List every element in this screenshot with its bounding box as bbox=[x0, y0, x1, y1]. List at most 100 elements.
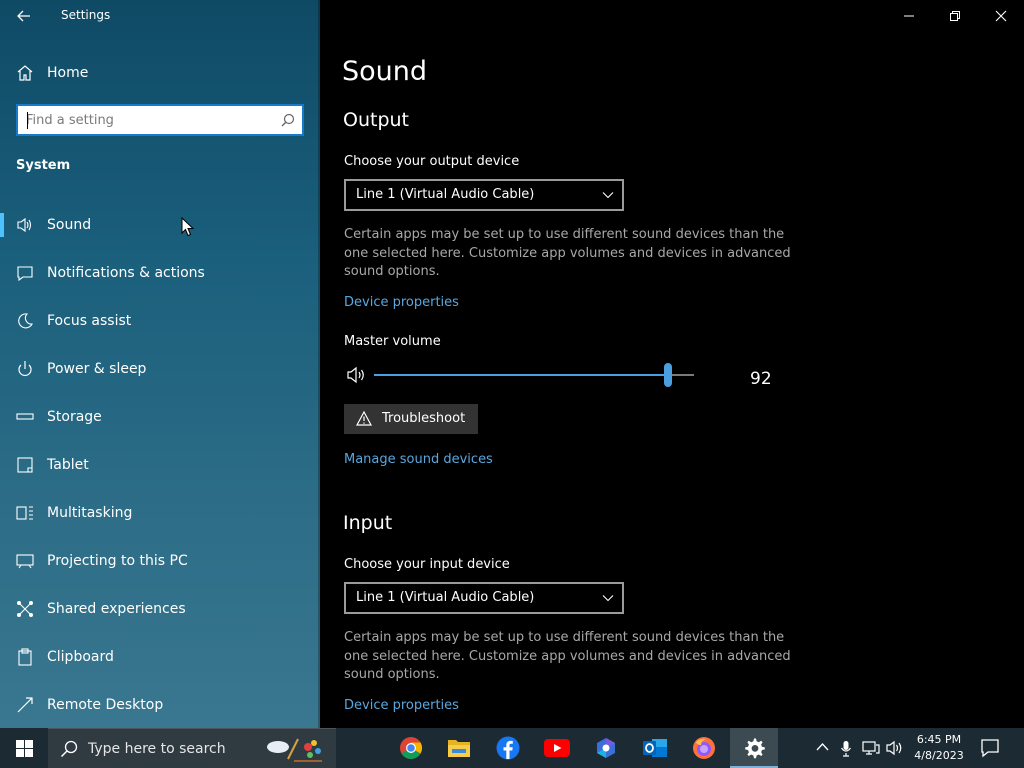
home-nav-item[interactable]: Home bbox=[0, 56, 320, 90]
remote-desktop-icon bbox=[16, 696, 34, 714]
volume-speaker-icon[interactable] bbox=[346, 365, 368, 389]
text-caret bbox=[27, 112, 28, 129]
output-device-value: Line 1 (Virtual Audio Cable) bbox=[356, 187, 535, 202]
windows-logo-icon bbox=[15, 739, 33, 757]
multitasking-icon bbox=[16, 504, 34, 522]
taskbar-app-facebook[interactable] bbox=[484, 728, 532, 768]
tablet-icon bbox=[16, 456, 34, 474]
system-nav-list: Sound Notifications & actions Focus assi… bbox=[0, 200, 320, 728]
taskbar: Type here to search 6:45 PM 4/8/2023 bbox=[0, 728, 1024, 768]
sidebar-item-label: Projecting to this PC bbox=[47, 553, 188, 569]
moon-icon bbox=[16, 312, 34, 330]
output-device-dropdown[interactable]: Line 1 (Virtual Audio Cable) bbox=[344, 179, 624, 211]
microphone-icon[interactable] bbox=[840, 740, 852, 757]
sidebar-item-tablet[interactable]: Tablet bbox=[0, 440, 320, 488]
sidebar-item-label: Focus assist bbox=[47, 313, 132, 329]
sidebar-item-clipboard[interactable]: Clipboard bbox=[0, 632, 320, 680]
show-hidden-icons-chevron-up-icon[interactable] bbox=[816, 742, 829, 752]
taskbar-app-youtube[interactable] bbox=[533, 728, 581, 768]
taskbar-search-box[interactable]: Type here to search bbox=[48, 728, 336, 768]
sidebar-item-label: Sound bbox=[47, 217, 92, 233]
sidebar-item-multitasking[interactable]: Multitasking bbox=[0, 488, 320, 536]
youtube-icon bbox=[544, 739, 570, 757]
master-volume-value: 92 bbox=[750, 369, 772, 389]
close-button[interactable] bbox=[978, 0, 1024, 32]
notification-icon bbox=[16, 264, 34, 282]
sidebar-item-label: Notifications & actions bbox=[47, 265, 205, 281]
manage-sound-devices-link[interactable]: Manage sound devices bbox=[344, 452, 493, 467]
back-arrow-icon bbox=[17, 10, 30, 22]
projecting-icon bbox=[16, 552, 34, 570]
sidebar-item-label: Power & sleep bbox=[47, 361, 147, 377]
start-button[interactable] bbox=[0, 728, 48, 768]
troubleshoot-button[interactable]: Troubleshoot bbox=[344, 404, 478, 434]
back-button[interactable] bbox=[10, 5, 38, 27]
clock-date: 4/8/2023 bbox=[914, 749, 964, 762]
home-icon bbox=[16, 64, 34, 86]
search-icon[interactable] bbox=[281, 112, 295, 131]
minimize-button[interactable] bbox=[886, 0, 932, 32]
copilot-icon bbox=[597, 738, 615, 758]
input-help-text: Certain apps may be set up to use differ… bbox=[344, 630, 791, 682]
taskbar-search-placeholder: Type here to search bbox=[88, 741, 226, 757]
find-setting-search[interactable] bbox=[16, 104, 304, 136]
sidebar: Settings Home System Sound Notifications… bbox=[0, 0, 320, 728]
page-title: Sound bbox=[342, 56, 428, 87]
power-icon bbox=[16, 360, 34, 378]
output-help-text: Certain apps may be set up to use differ… bbox=[344, 227, 791, 279]
restore-icon bbox=[950, 11, 960, 21]
slider-thumb[interactable] bbox=[664, 363, 673, 387]
clock-time: 6:45 PM bbox=[916, 733, 962, 746]
restore-button[interactable] bbox=[932, 0, 978, 32]
window-controls bbox=[886, 0, 1024, 32]
chevron-down-icon bbox=[602, 595, 614, 602]
sidebar-item-label: Tablet bbox=[47, 457, 89, 473]
active-indicator bbox=[0, 213, 4, 237]
clipboard-icon bbox=[16, 648, 34, 666]
taskbar-app-firefox[interactable] bbox=[680, 728, 728, 768]
input-device-dropdown[interactable]: Line 1 (Virtual Audio Cable) bbox=[344, 582, 624, 614]
outlook-icon bbox=[643, 739, 667, 757]
output-device-label: Choose your output device bbox=[344, 154, 520, 169]
system-clock[interactable]: 6:45 PM 4/8/2023 bbox=[912, 732, 966, 764]
minimize-icon bbox=[904, 15, 914, 17]
taskbar-app-copilot[interactable] bbox=[582, 728, 630, 768]
shared-icon bbox=[16, 600, 34, 618]
sidebar-item-sound[interactable]: Sound bbox=[0, 200, 320, 248]
group-title-system: System bbox=[16, 158, 71, 173]
sidebar-item-projecting[interactable]: Projecting to this PC bbox=[0, 536, 320, 584]
input-device-properties-link[interactable]: Device properties bbox=[344, 698, 459, 713]
facebook-icon bbox=[496, 736, 520, 760]
speaker-icon bbox=[16, 216, 34, 234]
sidebar-item-focus-assist[interactable]: Focus assist bbox=[0, 296, 320, 344]
taskbar-app-chrome[interactable] bbox=[387, 728, 435, 768]
taskbar-app-outlook[interactable] bbox=[631, 728, 679, 768]
action-center-notification-icon[interactable] bbox=[980, 738, 1000, 758]
find-setting-input[interactable] bbox=[26, 110, 276, 130]
search-icon bbox=[60, 740, 78, 758]
output-device-properties-link[interactable]: Device properties bbox=[344, 295, 459, 310]
mouse-cursor-icon bbox=[181, 217, 194, 237]
home-label: Home bbox=[47, 65, 89, 81]
search-highlight-art-icon bbox=[267, 738, 322, 762]
main-content: Sound Output Choose your output device L… bbox=[320, 0, 1024, 728]
sidebar-item-label: Clipboard bbox=[47, 649, 114, 665]
sidebar-item-power-sleep[interactable]: Power & sleep bbox=[0, 344, 320, 392]
sidebar-item-remote-desktop[interactable]: Remote Desktop bbox=[0, 680, 320, 728]
sidebar-item-shared-experiences[interactable]: Shared experiences bbox=[0, 584, 320, 632]
input-device-value: Line 1 (Virtual Audio Cable) bbox=[356, 590, 535, 605]
taskbar-app-file-explorer[interactable] bbox=[435, 728, 483, 768]
network-icon[interactable] bbox=[862, 740, 880, 756]
warning-icon bbox=[355, 410, 373, 430]
firefox-icon bbox=[693, 737, 715, 759]
sidebar-item-label: Multitasking bbox=[47, 505, 133, 521]
gear-icon bbox=[745, 738, 765, 759]
sidebar-item-storage[interactable]: Storage bbox=[0, 392, 320, 440]
troubleshoot-label: Troubleshoot bbox=[382, 411, 466, 426]
sidebar-item-label: Storage bbox=[47, 409, 102, 425]
volume-icon[interactable] bbox=[886, 740, 904, 756]
taskbar-app-settings[interactable] bbox=[730, 728, 778, 768]
master-volume-slider[interactable] bbox=[374, 363, 694, 387]
sidebar-item-notifications[interactable]: Notifications & actions bbox=[0, 248, 320, 296]
input-section-title: Input bbox=[343, 512, 393, 534]
